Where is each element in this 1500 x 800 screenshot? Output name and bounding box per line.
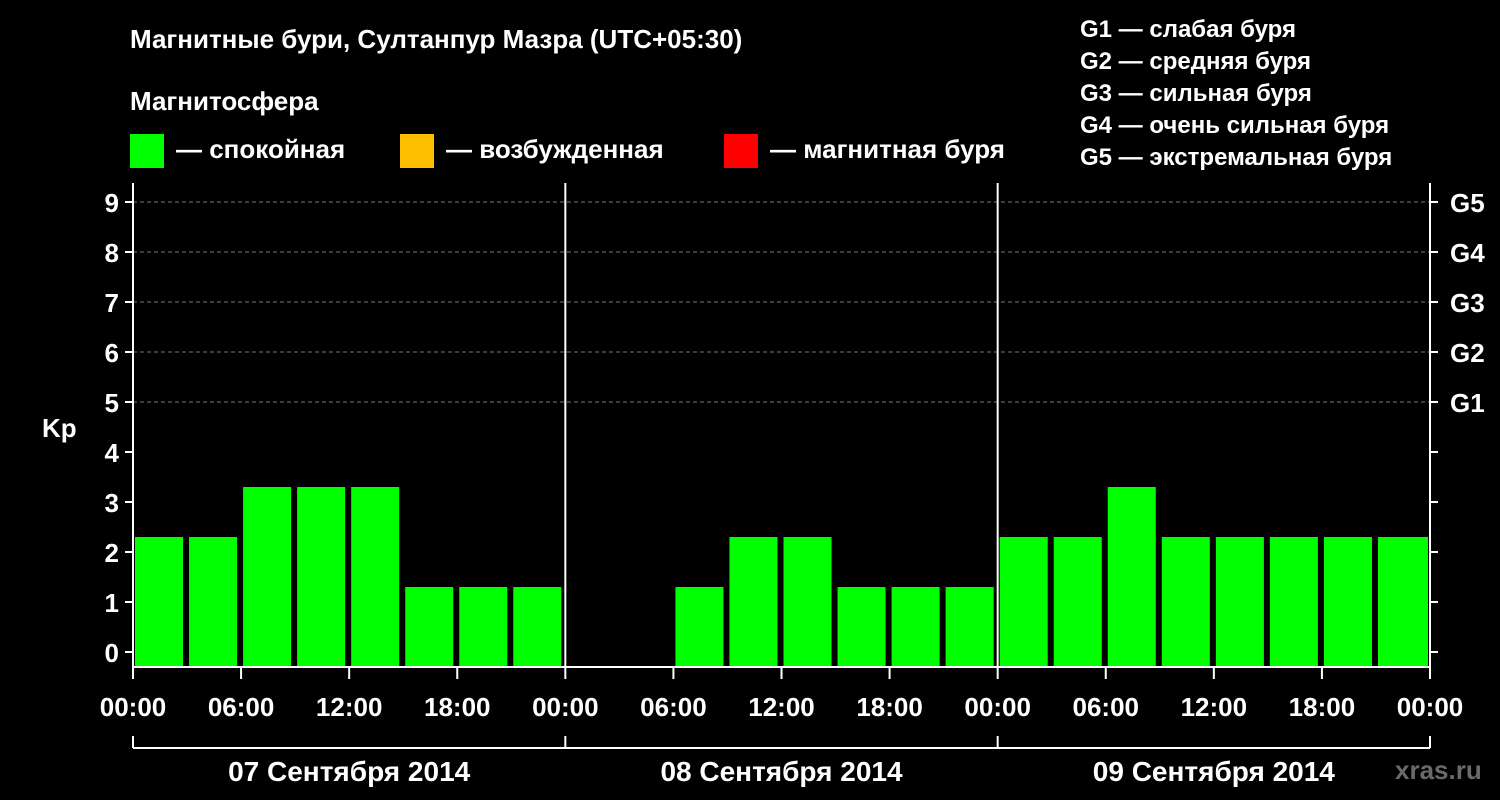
kp-bar-19 xyxy=(1161,537,1210,667)
kp-bar-17 xyxy=(1053,537,1102,667)
y-tick-label-8: 8 xyxy=(105,238,119,268)
kp-bar-18 xyxy=(1107,487,1156,667)
y-tick-label-0: 0 xyxy=(105,638,119,668)
y-axis-label: Kp xyxy=(42,413,77,443)
x-tick-label-3: 18:00 xyxy=(424,692,491,722)
kp-bar-13 xyxy=(837,587,886,667)
kp-bar-4 xyxy=(351,487,400,667)
storm-level-g5: G5 — экстремальная буря xyxy=(1080,144,1393,171)
right-tick-label-g4: G4 xyxy=(1450,238,1485,268)
watermark: xras.ru xyxy=(1395,755,1482,785)
x-tick-label-12: 00:00 xyxy=(1397,692,1464,722)
x-tick-label-6: 12:00 xyxy=(748,692,815,722)
x-tick-label-11: 18:00 xyxy=(1289,692,1356,722)
legend-label-calm: — спокойная xyxy=(176,134,346,164)
kp-bar-20 xyxy=(1215,537,1264,667)
y-tick-label-3: 3 xyxy=(105,488,119,518)
legend-swatch-excited xyxy=(400,134,434,168)
y-tick-label-2: 2 xyxy=(105,538,119,568)
x-tick-label-4: 00:00 xyxy=(532,692,599,722)
y-tick-label-4: 4 xyxy=(105,438,120,468)
kp-bar-21 xyxy=(1269,537,1318,667)
x-tick-label-2: 12:00 xyxy=(316,692,383,722)
right-tick-label-g3: G3 xyxy=(1450,288,1485,318)
y-tick-label-9: 9 xyxy=(105,188,119,218)
kp-bar-22 xyxy=(1323,537,1372,667)
kp-bar-2 xyxy=(243,487,292,667)
storm-level-g3: G3 — сильная буря xyxy=(1080,80,1312,107)
kp-bar-16 xyxy=(999,537,1048,667)
chart-title: Магнитные бури, Султанпур Мазра (UTC+05:… xyxy=(130,24,743,54)
right-tick-label-g2: G2 xyxy=(1450,338,1485,368)
magnetosphere-title: Магнитосфера xyxy=(130,86,319,116)
legend-label-storm: — магнитная буря xyxy=(770,134,1005,164)
right-tick-label-g1: G1 xyxy=(1450,388,1485,418)
storm-level-g1: G1 — слабая буря xyxy=(1080,16,1297,43)
kp-bar-14 xyxy=(891,587,940,667)
x-tick-label-8: 00:00 xyxy=(964,692,1031,722)
kp-bar-23 xyxy=(1377,537,1428,667)
y-tick-label-1: 1 xyxy=(105,588,119,618)
y-tick-label-6: 6 xyxy=(105,338,119,368)
storm-levels-legend: G1 — слабая буря G2 — средняя буря G3 — … xyxy=(1080,14,1392,174)
kp-bar-3 xyxy=(297,487,346,667)
kp-bar-1 xyxy=(189,537,238,667)
kp-bar-10 xyxy=(675,587,724,667)
legend-label-excited: — возбужденная xyxy=(446,134,664,164)
kp-bar-0 xyxy=(135,537,184,667)
kp-bar-15 xyxy=(945,587,994,667)
storm-level-g2: G2 — средняя буря xyxy=(1080,48,1311,75)
storm-level-g4: G4 — очень сильная буря xyxy=(1080,112,1390,139)
kp-bar-12 xyxy=(783,537,832,667)
kp-bar-5 xyxy=(405,587,454,667)
x-tick-label-1: 06:00 xyxy=(208,692,275,722)
x-tick-label-7: 18:00 xyxy=(856,692,923,722)
kp-bar-7 xyxy=(513,587,562,667)
legend-swatch-calm xyxy=(130,134,164,168)
day-label-0: 07 Сентября 2014 xyxy=(228,756,471,787)
x-tick-label-0: 00:00 xyxy=(100,692,167,722)
kp-bar-11 xyxy=(729,537,778,667)
x-tick-label-9: 06:00 xyxy=(1073,692,1140,722)
right-tick-label-g5: G5 xyxy=(1450,188,1485,218)
x-tick-label-10: 12:00 xyxy=(1181,692,1248,722)
day-label-1: 08 Сентября 2014 xyxy=(660,756,903,787)
kp-bar-6 xyxy=(459,587,508,667)
y-tick-label-7: 7 xyxy=(105,288,119,318)
legend-swatch-storm xyxy=(724,134,758,168)
x-tick-label-5: 06:00 xyxy=(640,692,707,722)
day-label-2: 09 Сентября 2014 xyxy=(1093,756,1336,787)
y-tick-label-5: 5 xyxy=(105,388,119,418)
